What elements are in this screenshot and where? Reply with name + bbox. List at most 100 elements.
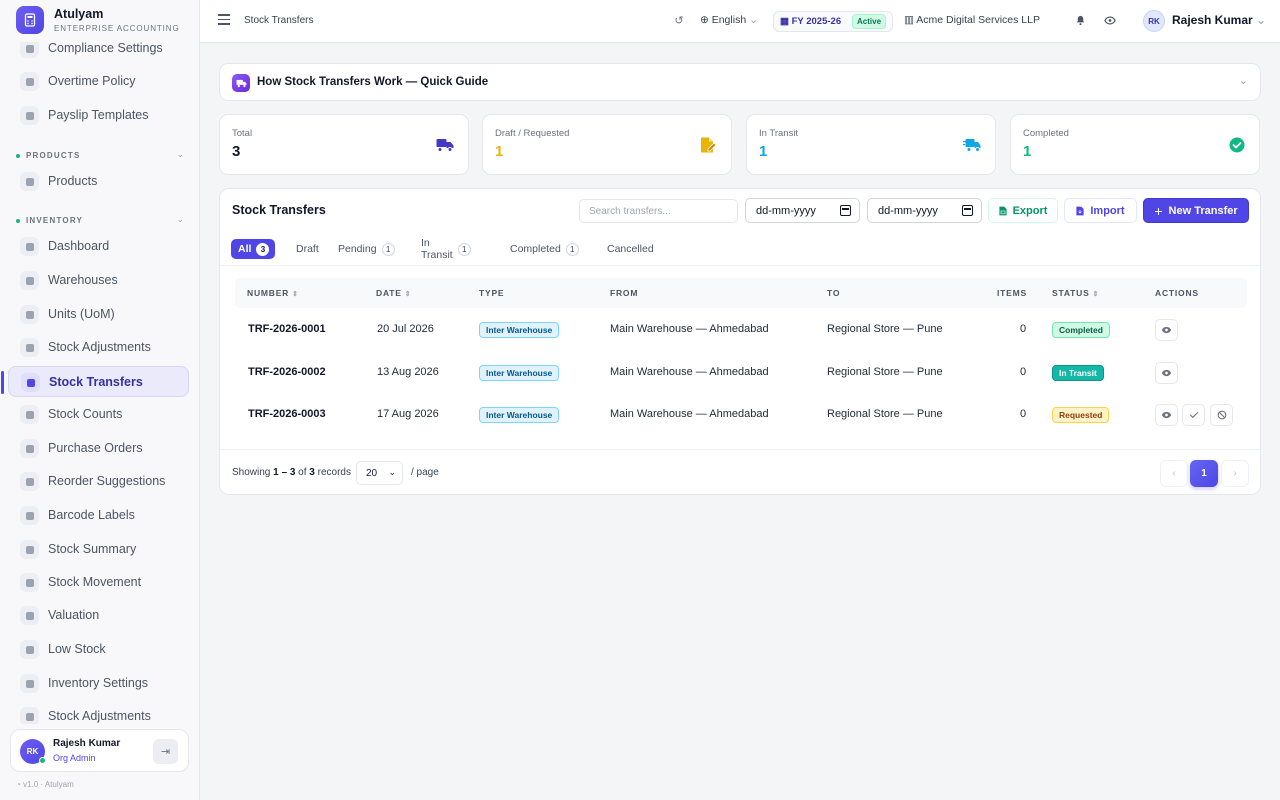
sliders-icon xyxy=(20,338,39,357)
stat-card-total: Total 3 xyxy=(219,114,469,175)
logout-icon[interactable]: ⇥ xyxy=(153,739,178,764)
barcode-icon xyxy=(20,506,39,525)
stock-transfers-panel: Stock Transfers dd-mm-yyyy dd-mm-yyyy Ex… xyxy=(219,188,1261,495)
sidebar-item-stock-summary[interactable]: Stock Summary xyxy=(8,534,189,565)
new-transfer-button[interactable]: + New Transfer xyxy=(1143,198,1249,223)
sidebar-item-overtime-policy[interactable]: Overtime Policy xyxy=(8,66,189,97)
view-icon[interactable] xyxy=(1155,319,1178,341)
clock-icon xyxy=(20,72,39,91)
stat-card-draft-requested: Draft / Requested 1 xyxy=(482,114,732,175)
avatar[interactable]: RK xyxy=(1143,10,1165,32)
per-page-select[interactable]: 20 ⌄ xyxy=(356,461,403,485)
online-indicator xyxy=(39,757,46,764)
check-circle-icon xyxy=(1229,137,1245,153)
tab-all[interactable]: All 3 xyxy=(231,239,276,259)
column-header-date[interactable]: DATE ⇕ xyxy=(376,288,411,298)
column-header-type: TYPE xyxy=(479,288,505,298)
transfer-number[interactable]: TRF-2026-0001 xyxy=(248,323,326,335)
cancel-ban-icon[interactable] xyxy=(1210,404,1233,426)
history-icon[interactable]: ↺ xyxy=(672,13,686,27)
calendar-icon: ▦ xyxy=(780,16,792,27)
sidebar-item-reorder-suggestions[interactable]: Reorder Suggestions xyxy=(8,466,189,497)
view-icon[interactable] xyxy=(1155,404,1178,426)
search-input[interactable] xyxy=(579,199,738,223)
status-badge: Active xyxy=(852,14,887,29)
bell-icon[interactable] xyxy=(1073,13,1087,27)
next-page-button[interactable]: › xyxy=(1221,460,1249,487)
user-name: Rajesh Kumar xyxy=(53,738,121,749)
approve-check-icon[interactable] xyxy=(1182,404,1205,426)
language-selector[interactable]: ⊕ English ⌄ xyxy=(700,14,758,26)
shield-icon: ◔ xyxy=(16,780,24,789)
column-header-number[interactable]: NUMBER ⇕ xyxy=(247,288,299,298)
sidebar-item-barcode-labels[interactable]: Barcode Labels xyxy=(8,500,189,531)
chevron-down-icon: ⌄ xyxy=(388,467,396,477)
sidebar-item-payslip-templates[interactable]: Payslip Templates xyxy=(8,100,189,131)
globe-icon: ⊕ xyxy=(700,14,712,26)
menu-icon[interactable] xyxy=(218,14,230,26)
import-button[interactable]: Import xyxy=(1064,198,1137,223)
tab-completed[interactable]: Completed 1 xyxy=(510,239,579,259)
prev-page-button[interactable]: ‹ xyxy=(1160,460,1188,487)
transfer-number[interactable]: TRF-2026-0002 xyxy=(248,366,326,378)
tab-in-transit[interactable]: In Transit 1 xyxy=(421,237,471,261)
sidebar-item-low-stock[interactable]: Low Stock xyxy=(8,634,189,665)
chevron-left-icon: ‹ xyxy=(1172,468,1176,479)
quick-guide-accordion[interactable]: How Stock Transfers Work — Quick Guide ⌄ xyxy=(219,63,1261,101)
status-badge: Requested xyxy=(1052,407,1110,423)
dashboard-icon xyxy=(20,237,39,256)
column-header-items: ITEMS xyxy=(997,288,1027,298)
clipboard-icon xyxy=(20,405,39,424)
view-icon[interactable] xyxy=(1155,362,1178,384)
from-warehouse: Main Warehouse — Ahmedabad xyxy=(610,366,769,378)
table-row: TRF-2026-0003 17 Aug 2026 Inter Warehous… xyxy=(235,394,1247,436)
section-inventory[interactable]: INVENTORY ⌄ xyxy=(16,214,186,228)
sidebar-item-units[interactable]: Units (UoM) xyxy=(8,299,189,330)
sidebar-item-products[interactable]: Products xyxy=(8,166,189,197)
tab-pending[interactable]: Pending 1 xyxy=(338,239,395,259)
tab-draft[interactable]: Draft xyxy=(296,239,319,259)
eye-icon[interactable] xyxy=(1103,13,1117,27)
sidebar-item-stock-transfers[interactable]: Stock Transfers xyxy=(1,366,189,397)
column-header-status[interactable]: STATUS ⇕ xyxy=(1052,288,1099,298)
date-from-input[interactable]: dd-mm-yyyy xyxy=(745,198,860,223)
sidebar-user-card[interactable]: RK Rajesh Kumar Org Admin ⇥ xyxy=(10,729,189,772)
sidebar-item-stock-adjustments-2[interactable]: Stock Adjustments xyxy=(8,701,189,724)
calendar-icon[interactable] xyxy=(962,205,973,216)
transfer-date: 13 Aug 2026 xyxy=(377,366,439,378)
sidebar-item-inventory-settings[interactable]: Inventory Settings xyxy=(8,668,189,699)
transfer-date: 17 Aug 2026 xyxy=(377,408,439,420)
sidebar-item-stock-movement[interactable]: Stock Movement xyxy=(8,567,189,598)
box-icon xyxy=(20,172,39,191)
refresh-icon xyxy=(20,573,39,592)
sidebar-item-dashboard[interactable]: Dashboard xyxy=(8,231,189,262)
sort-icon: ⇕ xyxy=(292,291,299,298)
tab-cancelled[interactable]: Cancelled xyxy=(607,239,654,259)
user-menu[interactable]: Rajesh Kumar ⌄ xyxy=(1172,13,1266,27)
sidebar-item-purchase-orders[interactable]: Purchase Orders xyxy=(8,433,189,464)
calendar-icon[interactable] xyxy=(840,205,851,216)
status-badge: Completed xyxy=(1052,322,1110,338)
to-warehouse: Regional Store — Pune xyxy=(827,366,943,378)
section-products[interactable]: PRODUCTS ⌄ xyxy=(16,149,186,163)
company-selector[interactable]: ▥ Acme Digital Services LLP xyxy=(904,14,1040,26)
chevron-right-icon: › xyxy=(1233,468,1237,479)
export-button[interactable]: Export xyxy=(988,198,1058,223)
coins-icon xyxy=(20,606,39,625)
bell-icon xyxy=(20,472,39,491)
sidebar-item-warehouses[interactable]: Warehouses xyxy=(8,265,189,296)
type-badge: Inter Warehouse xyxy=(479,365,560,381)
file-icon xyxy=(20,439,39,458)
per-page-label: / page xyxy=(411,467,439,478)
fiscal-year-selector[interactable]: ▦ FY 2025-26 Active xyxy=(773,11,893,32)
sidebar-item-valuation[interactable]: Valuation xyxy=(8,600,189,631)
sidebar-item-stock-counts[interactable]: Stock Counts xyxy=(8,399,189,430)
date-to-input[interactable]: dd-mm-yyyy xyxy=(867,198,982,223)
sort-icon: ⇕ xyxy=(404,291,412,298)
sidebar-item-stock-adjustments[interactable]: Stock Adjustments xyxy=(8,332,189,363)
breadcrumb: Stock Transfers xyxy=(244,15,314,26)
transfer-date: 20 Jul 2026 xyxy=(377,323,434,335)
type-badge: Inter Warehouse xyxy=(479,407,560,423)
page-button-current[interactable]: 1 xyxy=(1190,460,1218,487)
transfer-number[interactable]: TRF-2026-0003 xyxy=(248,408,326,420)
